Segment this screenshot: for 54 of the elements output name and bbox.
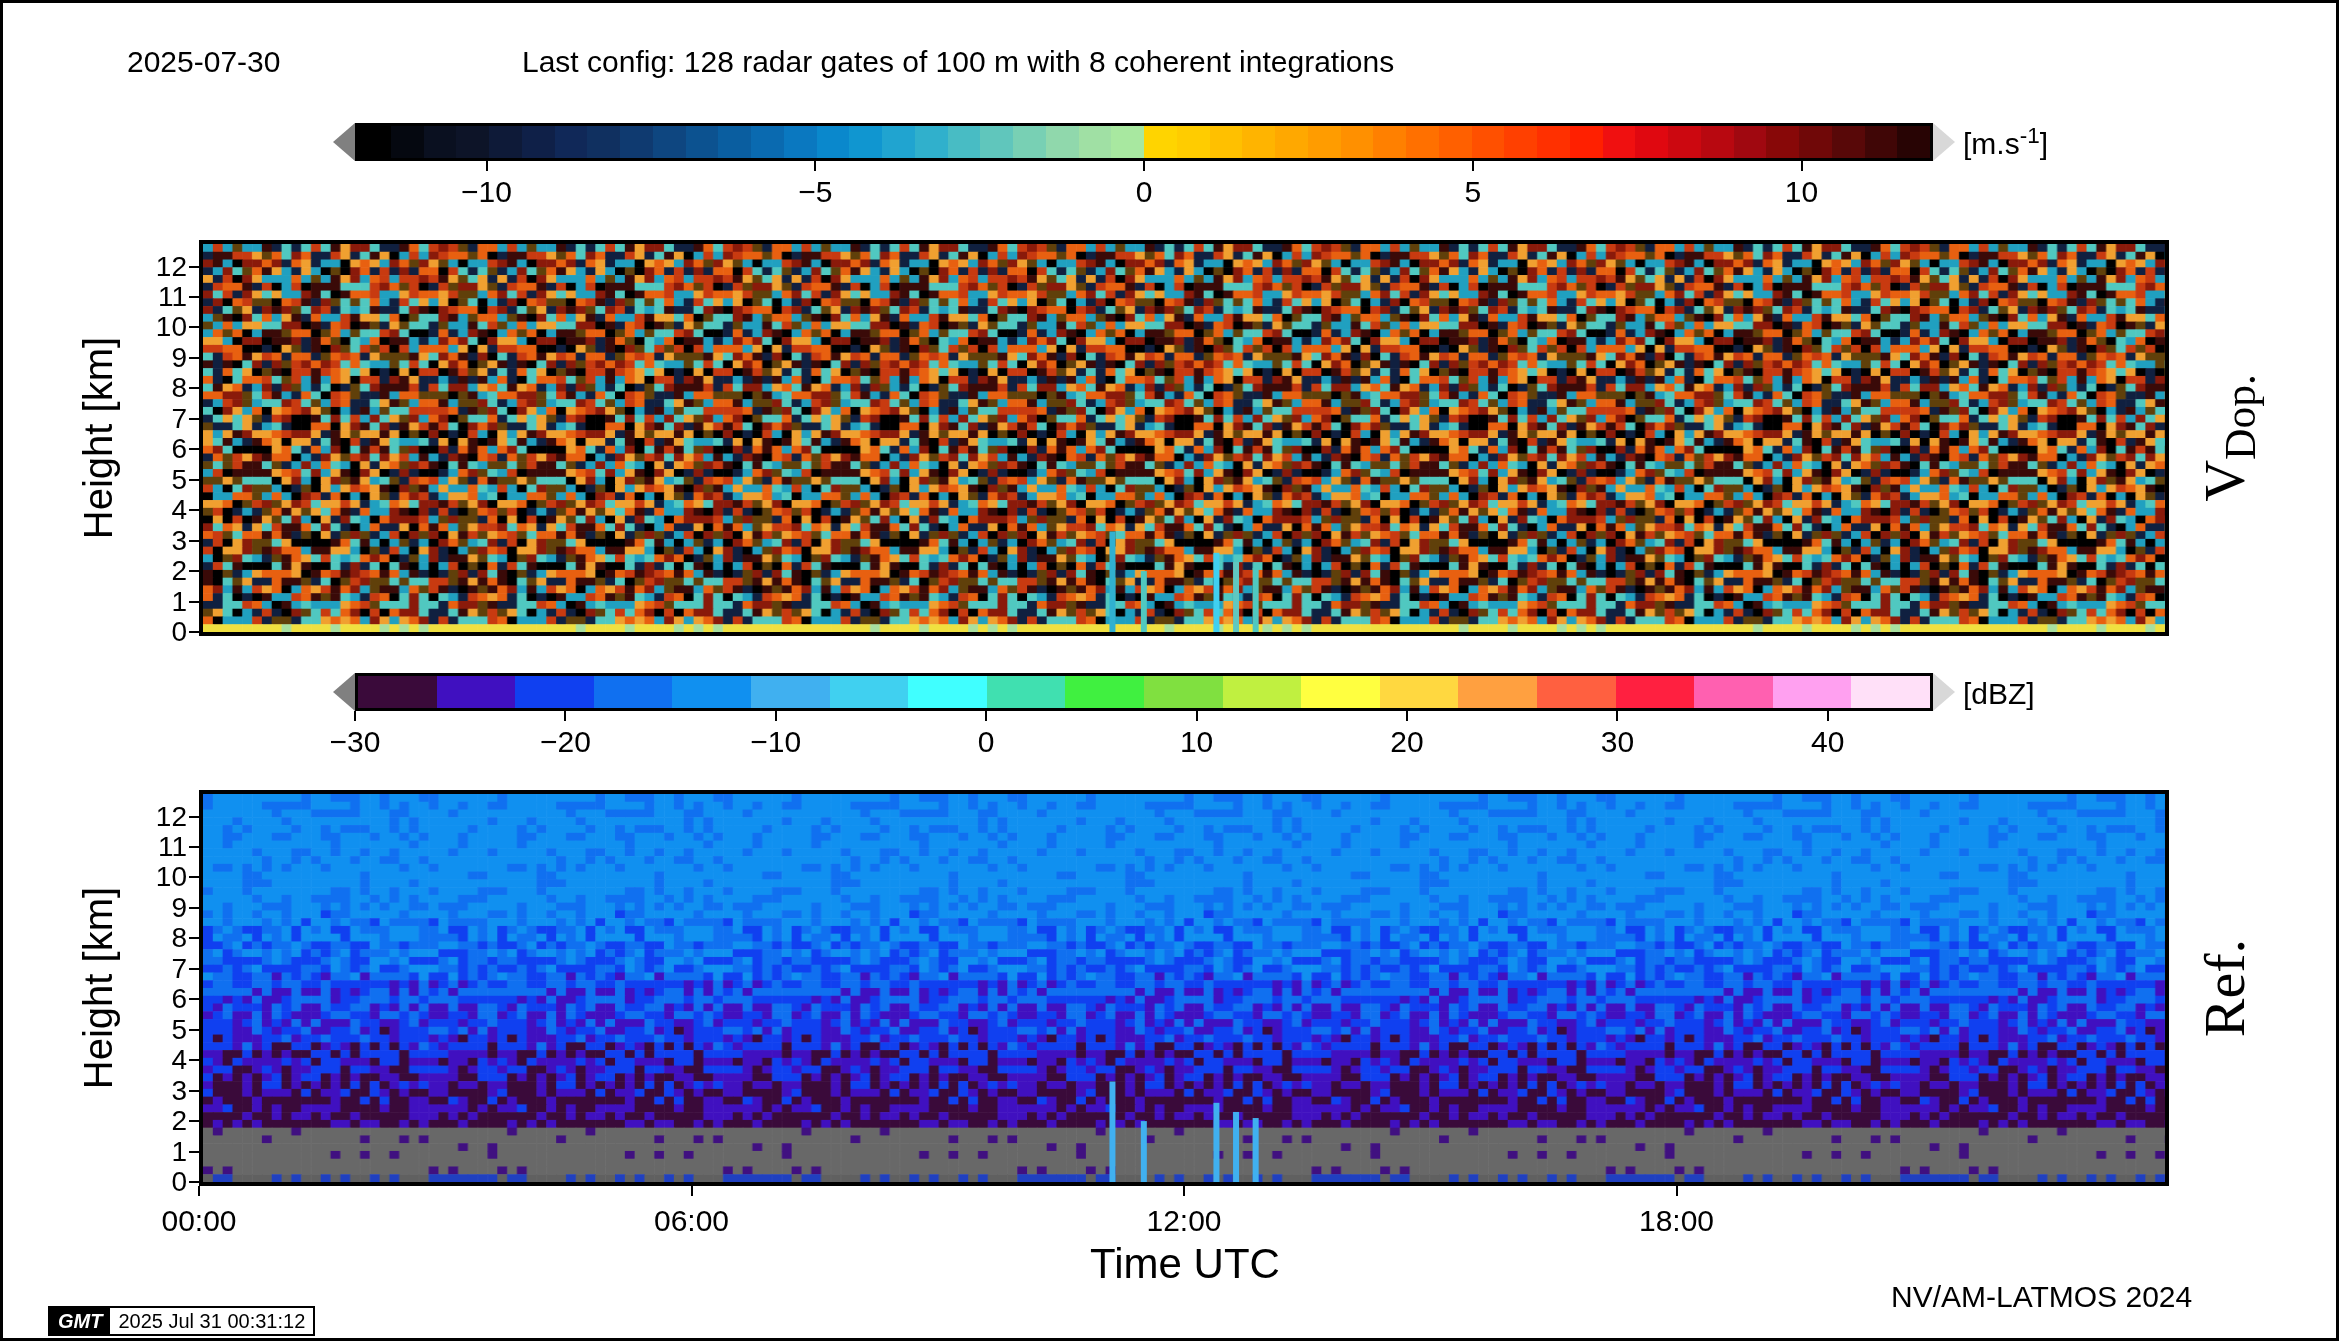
axis-tick-label: 8 <box>170 924 187 953</box>
axis-tick-label: 6 <box>170 435 187 464</box>
axis-tick-label: 1 <box>170 1137 187 1166</box>
tick-label: 30 <box>1599 724 1636 760</box>
credit-text: NV/AM-LATMOS 2024 <box>1891 1279 2193 1315</box>
axis-tick-label: 5 <box>170 465 187 494</box>
tick-label: 10 <box>1783 174 1820 210</box>
tick-label: −20 <box>538 724 592 760</box>
axis-tick-label: 7 <box>170 954 187 983</box>
axis-tick-label: 10 <box>154 863 187 892</box>
tick-label: −10 <box>460 174 513 210</box>
axis-tick-label: 1 <box>170 587 187 616</box>
axis-title: Time UTC <box>1089 1239 1281 1289</box>
axis-tick-label: 4 <box>170 496 187 525</box>
axis-tick-label: 11 <box>156 283 187 311</box>
axis-tick-label: 06:00 <box>652 1203 731 1239</box>
config-text: Last config: 128 radar gates of 100 m with 8 coherent integrations <box>522 44 1395 80</box>
axis-tick-label: 12 <box>154 252 187 281</box>
axis-tick-label: 00:00 <box>160 1203 238 1239</box>
tick-label: −30 <box>328 724 382 760</box>
axis-tick-label: 9 <box>170 893 187 922</box>
tick-label: 0 <box>976 724 996 760</box>
axis-tick-label: 5 <box>170 1015 187 1044</box>
axis-tick-label: 9 <box>170 343 187 372</box>
unit-label: [m.s$^{-1}$] <box>1963 121 2049 162</box>
date-label: 2025-07-30 <box>127 44 281 80</box>
panel-label: Ref. <box>2191 937 2258 1040</box>
logo: GMT <box>50 1308 111 1334</box>
axis-tick-label: 0 <box>170 618 187 646</box>
axis-tick-label: 8 <box>170 374 187 403</box>
tick-label: 20 <box>1389 724 1425 760</box>
axis-title: Height [km] <box>76 335 120 542</box>
unit-label: [dBZ] <box>1963 676 2035 712</box>
axis-tick-label: 12:00 <box>1145 1203 1223 1239</box>
axis-tick-label: 4 <box>170 1046 187 1075</box>
axis-tick-label: 0 <box>170 1168 187 1196</box>
axis-tick-label: 6 <box>170 985 187 1014</box>
tick-label: 40 <box>1810 724 1846 760</box>
tick-label: 10 <box>1178 724 1215 760</box>
tick-label: 5 <box>1463 174 1483 210</box>
tick-label: −10 <box>749 724 803 760</box>
axis-tick-label: 7 <box>170 404 187 433</box>
tick-label: −5 <box>797 174 834 210</box>
axis-title: Height [km] <box>76 885 120 1092</box>
axis-tick-label: 12 <box>154 802 187 831</box>
axis-tick-label: 18:00 <box>1637 1203 1716 1239</box>
timestamp-text: 2025 Jul 31 00:31:12 <box>117 1309 307 1334</box>
axis-tick-label: 2 <box>170 557 187 586</box>
axis-tick-label: 11 <box>156 833 187 861</box>
tick-label: 0 <box>1134 174 1154 210</box>
axis-tick-label: 10 <box>154 313 187 342</box>
axis-tick-label: 3 <box>170 526 187 555</box>
axis-tick-label: 3 <box>170 1076 187 1105</box>
axis-tick-label: 2 <box>170 1107 187 1136</box>
